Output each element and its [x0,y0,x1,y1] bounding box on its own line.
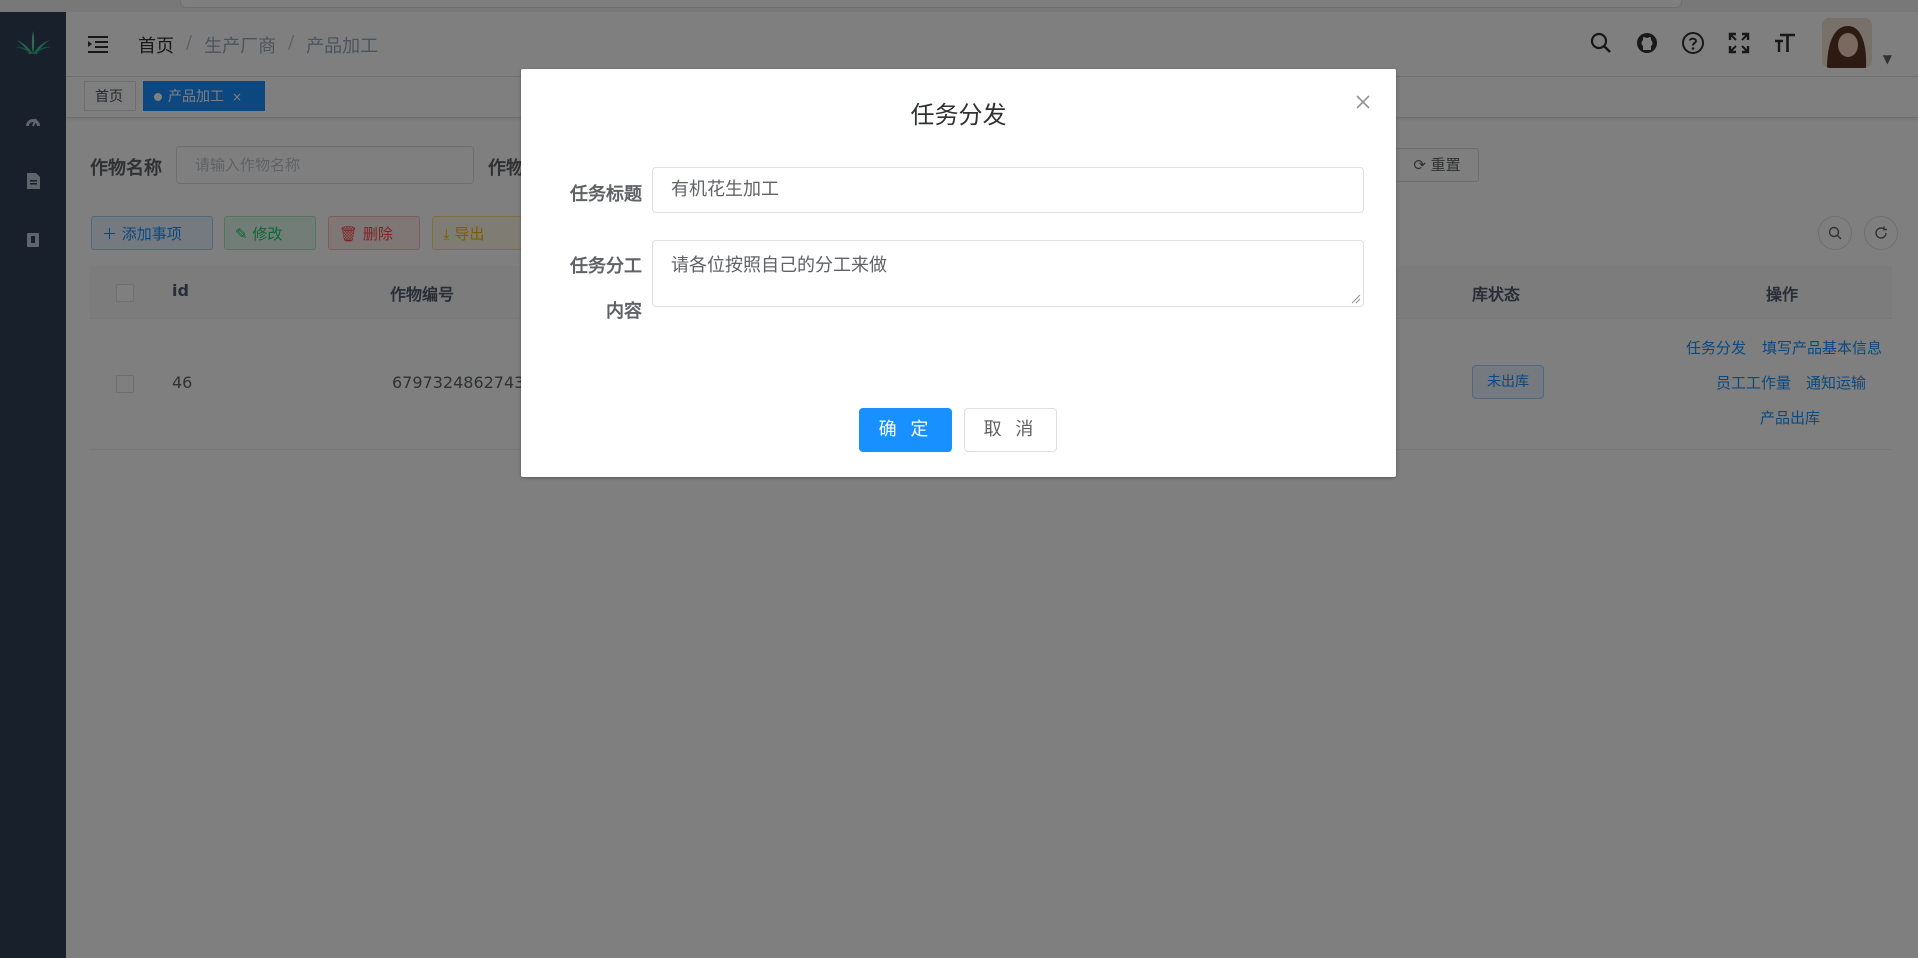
resize-handle-icon[interactable] [1351,294,1361,304]
task-title-input[interactable]: 有机花生加工 [652,167,1364,213]
confirm-button[interactable]: 确 定 [859,408,952,452]
close-icon[interactable] [1354,93,1372,111]
task-content-label-line2: 内容 [606,301,642,322]
task-dispatch-dialog: 任务分发 任务标题 有机花生加工 任务分工 内容 请各位按照自己的分工来做 确 … [521,69,1396,477]
task-title-label: 任务标题 [570,184,642,205]
task-content-text: 请各位按照自己的分工来做 [671,255,887,276]
task-content-textarea[interactable]: 请各位按照自己的分工来做 [652,240,1364,307]
cancel-button[interactable]: 取 消 [964,408,1057,452]
dialog-title: 任务分发 [910,101,1007,129]
task-content-label-line1: 任务分工 [570,256,642,277]
